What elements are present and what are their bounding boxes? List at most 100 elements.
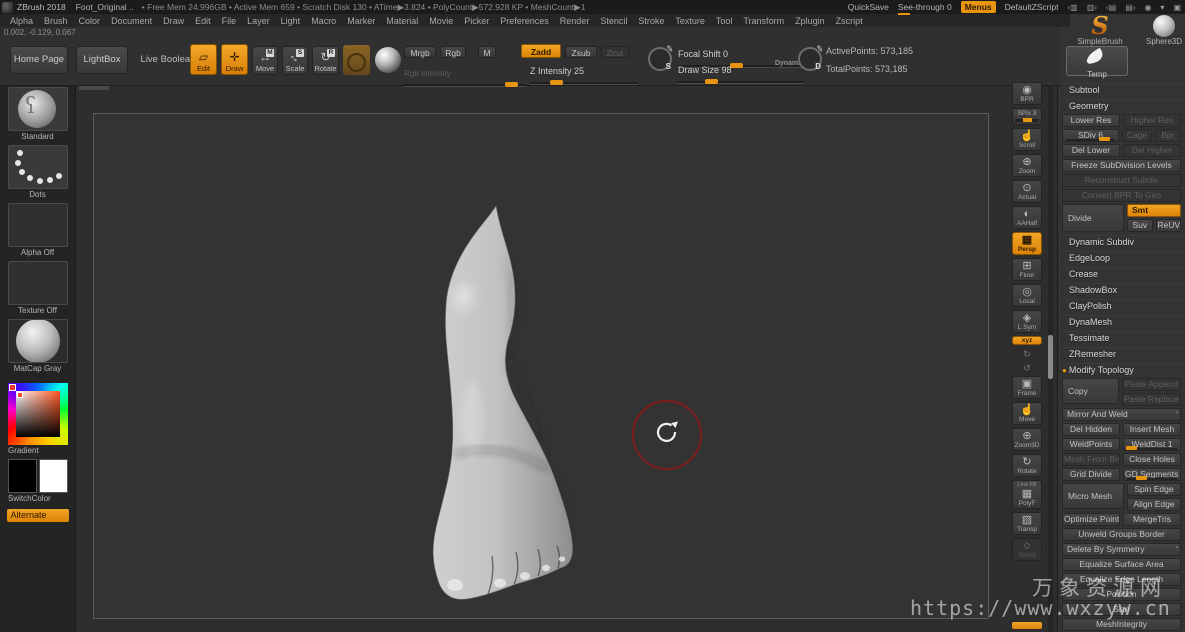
welddist-slider[interactable]: WeldDist 1: [1123, 438, 1181, 451]
menu-brush[interactable]: Brush: [44, 16, 68, 26]
tool-sphere3d[interactable]: Sphere3D: [1136, 15, 1185, 46]
scale-button[interactable]: S ↔ Scale: [282, 46, 308, 75]
welddist-nub[interactable]: [1126, 446, 1137, 450]
zoom-button[interactable]: ⊕Zoom: [1012, 154, 1042, 177]
rotate-button[interactable]: ↻Rotate: [1012, 454, 1042, 477]
mergetris-button[interactable]: MergeTris: [1123, 513, 1181, 526]
xyz-button[interactable]: xyz: [1012, 336, 1042, 345]
menu-macro[interactable]: Macro: [311, 16, 336, 26]
section-tessimate[interactable]: Tessimate: [1060, 331, 1183, 344]
micro-mesh-button[interactable]: Micro Mesh: [1062, 483, 1124, 509]
section-shadowbox[interactable]: ShadowBox: [1060, 283, 1183, 296]
mirror-and-weld-button[interactable]: Mirror And Weld▪: [1062, 408, 1181, 421]
copy-button[interactable]: Copy: [1062, 378, 1119, 404]
lightbox-button[interactable]: LightBox: [76, 46, 128, 74]
menu-material[interactable]: Material: [386, 16, 418, 26]
section-crease[interactable]: Crease: [1060, 267, 1183, 280]
m-button[interactable]: M: [478, 46, 496, 58]
rgb-intensity-slider[interactable]: Rgb Intensity: [404, 63, 526, 87]
spix-slider-nub[interactable]: [1023, 118, 1032, 122]
mrgb-button[interactable]: Mrgb: [404, 46, 436, 58]
scroll-button[interactable]: ☝Scroll: [1012, 128, 1042, 151]
align-edge-button[interactable]: Align Edge: [1127, 498, 1181, 511]
axis-option-icon-2[interactable]: ▪: [1176, 545, 1178, 551]
tool-simplebrush[interactable]: S SimpleBrush: [1072, 15, 1128, 46]
polyf-button[interactable]: Line FB▦PolyF: [1012, 480, 1042, 509]
menu-color[interactable]: Color: [79, 16, 101, 26]
section-dynamesh[interactable]: DynaMesh: [1060, 315, 1183, 328]
section-geometry[interactable]: Geometry: [1060, 99, 1183, 112]
alpha-selector[interactable]: Alpha Off: [8, 203, 68, 259]
stroke-dots[interactable]: Dots: [8, 145, 68, 201]
del-hidden-button[interactable]: Del Hidden: [1062, 423, 1120, 436]
sdiv-nub[interactable]: [1099, 137, 1110, 141]
menu-stencil[interactable]: Stencil: [600, 16, 627, 26]
corner-resize-icon[interactable]: ▣: [1173, 3, 1181, 12]
divider-right-icon[interactable]: ▥›: [1087, 3, 1097, 12]
texture-selector[interactable]: Texture Off: [8, 261, 68, 317]
material-selector[interactable]: MatCap Gray: [8, 319, 68, 375]
section-edgeloop[interactable]: EdgeLoop: [1060, 251, 1183, 264]
reconstruct-subdiv-button[interactable]: Reconstruct Subdiv: [1062, 174, 1181, 187]
draw-size-nub[interactable]: [705, 79, 718, 84]
menu-file[interactable]: File: [222, 16, 237, 26]
section-zremesher[interactable]: ZRemesher: [1060, 347, 1183, 360]
see-through-nub[interactable]: [898, 13, 910, 15]
rgb-intensity-nub[interactable]: [505, 82, 518, 87]
section-claypolish[interactable]: ClayPolish: [1060, 299, 1183, 312]
divider-left-icon[interactable]: ‹▥: [1068, 3, 1078, 12]
z-intensity-nub[interactable]: [550, 80, 563, 85]
l-sym-button[interactable]: ◈L.Sym: [1012, 310, 1042, 333]
bpr-button-panel[interactable]: Bpr: [1155, 129, 1181, 142]
weldpoints-button[interactable]: WeldPoints: [1062, 438, 1120, 451]
section-modify-topology[interactable]: ●Modify Topology: [1060, 363, 1183, 376]
zsub-button[interactable]: Zsub: [565, 46, 597, 58]
close-holes-button[interactable]: Close Holes: [1123, 453, 1181, 466]
menu-alpha[interactable]: Alpha: [10, 16, 33, 26]
gradient-label[interactable]: Gradient: [8, 445, 75, 457]
suv-button[interactable]: Suv: [1127, 219, 1153, 232]
quicksave-button[interactable]: QuickSave: [848, 2, 889, 12]
brush-standard[interactable]: ʕ Standard: [8, 87, 68, 143]
color-picker[interactable]: [8, 383, 68, 445]
local-button[interactable]: ◎Local: [1012, 284, 1042, 307]
lower-res-button[interactable]: Lower Res: [1062, 114, 1120, 127]
menu-document[interactable]: Document: [111, 16, 152, 26]
primary-color-swatch[interactable]: [8, 459, 37, 493]
z-intensity-slider[interactable]: Z Intensity 25: [530, 61, 638, 85]
section-subtool[interactable]: Subtool: [1060, 83, 1183, 96]
minimize-icon[interactable]: ▾: [1160, 3, 1164, 12]
secondary-color-swatch[interactable]: [39, 459, 68, 493]
frame-button[interactable]: ▣Frame: [1012, 376, 1042, 399]
spin-edge-button[interactable]: Spin Edge: [1127, 483, 1181, 496]
sdiv-slider[interactable]: SDiv 6: [1062, 129, 1119, 142]
edit-button[interactable]: ▱ Edit: [190, 44, 217, 75]
tool-temp-current[interactable]: Temp: [1066, 46, 1128, 76]
gd-segments-nub[interactable]: [1136, 476, 1147, 480]
hue-selector-icon[interactable]: [9, 384, 16, 391]
del-lower-button[interactable]: Del Lower: [1062, 144, 1120, 157]
unweld-groups-border-button[interactable]: Unweld Groups Border: [1062, 528, 1181, 541]
home-page-button[interactable]: Home Page: [10, 46, 68, 74]
mesh-from-brush-button[interactable]: Mesh From Brush: [1062, 453, 1120, 466]
equalize-surface-area-button[interactable]: Equalize Surface Area: [1062, 558, 1181, 571]
lock-icon[interactable]: ◉: [1144, 3, 1151, 12]
menu-zplugin[interactable]: Zplugin: [795, 16, 825, 26]
axis-option-icon[interactable]: ▪: [1176, 410, 1178, 416]
menu-transform[interactable]: Transform: [743, 16, 784, 26]
menu-render[interactable]: Render: [560, 16, 590, 26]
sculptris-pro-button[interactable]: [343, 45, 370, 75]
rotate-button[interactable]: R ↻ Rotate: [312, 46, 339, 75]
divide-button[interactable]: Divide: [1062, 204, 1124, 232]
floor-button[interactable]: ⊞Floor: [1012, 258, 1042, 281]
aahalf-button[interactable]: ◐AAHalf: [1012, 206, 1042, 229]
delete-by-symmetry-button[interactable]: Delete By Symmetry▪: [1062, 543, 1181, 556]
menu-movie[interactable]: Movie: [429, 16, 453, 26]
menus-button[interactable]: Menus: [961, 1, 996, 13]
menu-texture[interactable]: Texture: [675, 16, 705, 26]
zoom3d-button[interactable]: ⊕Zoom3D: [1012, 428, 1042, 451]
alternate-button[interactable]: Alternate: [7, 509, 69, 522]
stroke-indicator-icon[interactable]: ✎ S: [648, 47, 672, 71]
spix-slider[interactable]: [1015, 119, 1039, 122]
see-through-slider[interactable]: See-through 0: [898, 2, 952, 12]
